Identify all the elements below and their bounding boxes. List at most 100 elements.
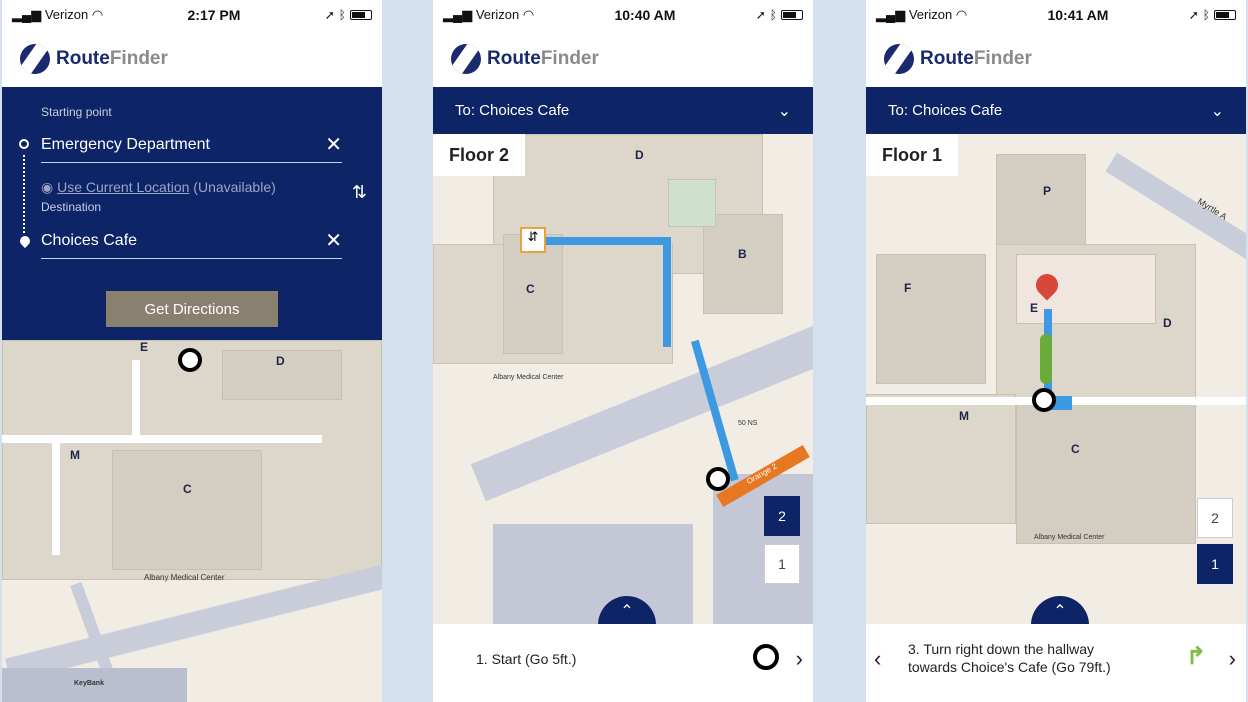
app-title: RouteFinder xyxy=(487,47,599,69)
next-step-icon[interactable]: › xyxy=(1229,646,1236,672)
route-segment xyxy=(663,237,671,347)
albany-medical-center-label: Albany Medical Center xyxy=(144,573,225,582)
current-position-marker xyxy=(178,348,202,372)
destination-bar[interactable]: To: Choices Cafe ⌄ xyxy=(866,87,1246,134)
carrier: Verizon xyxy=(475,7,520,22)
wifi-icon: ◠ xyxy=(955,7,968,22)
floor-map[interactable]: E D M C Albany Medical Center KeyBank xyxy=(2,340,382,702)
use-current-location-link[interactable]: Use Current Location xyxy=(57,179,189,195)
start-circle-icon xyxy=(19,139,29,149)
parking-lot xyxy=(493,524,693,624)
building-b xyxy=(703,214,783,314)
starting-point-label: Starting point xyxy=(41,105,112,119)
phone-screen-search: ▂▄▆ Verizon ◠ 2:17 PM ➚ ᛒ RouteFinder Sta… xyxy=(2,0,382,702)
step-bar: 1. Start (Go 5ft.) › xyxy=(433,624,813,694)
starting-point-input[interactable]: Emergency Department ✕ xyxy=(41,127,342,163)
building-label-b: B xyxy=(738,247,747,261)
location-arrow-icon: ➚ xyxy=(324,8,335,22)
use-current-location[interactable]: ◉ Use Current Location (Unavailable) xyxy=(41,179,276,196)
destination-text: To: Choices Cafe xyxy=(455,102,570,119)
previous-step-icon[interactable]: ‹ xyxy=(874,646,881,672)
albany-medical-center-label: Albany Medical Center xyxy=(1034,534,1105,541)
albany-medical-center-label: Albany Medical Center xyxy=(493,374,564,381)
building-label-e: E xyxy=(140,340,149,354)
floor-badge: Floor 1 xyxy=(866,134,958,176)
expand-steps-icon[interactable]: ⌃ xyxy=(1031,596,1089,624)
battery-icon xyxy=(350,10,372,20)
destination-label: Destination xyxy=(41,200,102,214)
floor-2-button[interactable]: 2 xyxy=(1197,498,1233,538)
hallway xyxy=(52,435,60,555)
signal-icon: ▂▄▆ xyxy=(12,7,42,22)
bluetooth-icon: ᛒ xyxy=(338,8,346,22)
signal-icon: ▂▄▆ xyxy=(443,7,473,22)
turn-right-arrow-icon: ↱ xyxy=(1186,643,1207,670)
floor-map[interactable]: P F E D M C Albany Medical Center Myrtle… xyxy=(866,134,1246,624)
status-bar: ▂▄▆ Verizon ◠ 10:40 AM ➚ ᛒ xyxy=(433,0,813,30)
building-label-f: F xyxy=(904,281,912,295)
next-step-icon[interactable]: › xyxy=(796,646,803,672)
courtyard xyxy=(668,179,716,227)
elevator-segment xyxy=(1040,334,1052,384)
location-arrow-icon: ➚ xyxy=(755,8,766,22)
chevron-down-icon[interactable]: ⌄ xyxy=(778,101,791,121)
garage-label: 50 NS xyxy=(738,420,758,427)
signal-icon: ▂▄▆ xyxy=(876,7,906,22)
routefinder-logo-icon xyxy=(20,43,50,74)
app-header: RouteFinder xyxy=(433,30,813,87)
step-instruction-line2: towards Choice's Cafe (Go 79ft.) xyxy=(908,659,1111,675)
phone-screen-floor2: ▂▄▆ Verizon ◠ 10:40 AM ➚ ᛒ RouteFinder To… xyxy=(433,0,813,702)
directions-form: Starting point Emergency Department ✕ ◉ … xyxy=(2,87,382,340)
current-position-marker xyxy=(1032,388,1056,412)
bluetooth-icon: ᛒ xyxy=(1202,8,1210,22)
step-instruction: 1. Start (Go 5ft.) xyxy=(476,651,577,667)
routefinder-logo-icon xyxy=(451,43,481,74)
carrier: Verizon xyxy=(908,7,953,22)
floor-1-button[interactable]: 1 xyxy=(1197,544,1233,584)
hallway xyxy=(132,360,140,440)
location-arrow-icon: ➚ xyxy=(1188,8,1199,22)
app-title: RouteFinder xyxy=(920,47,1032,69)
building-label-c: C xyxy=(1071,442,1080,456)
building-c xyxy=(1016,404,1196,544)
building-f xyxy=(876,254,986,384)
building-label-c: C xyxy=(183,482,192,496)
keybank-label: KeyBank xyxy=(74,680,104,687)
location-target-icon: ◉ xyxy=(41,179,54,195)
location-unavailable-note: (Unavailable) xyxy=(193,179,276,195)
destination-text: To: Choices Cafe xyxy=(888,102,1003,119)
route-dots xyxy=(23,155,25,233)
chevron-down-icon[interactable]: ⌄ xyxy=(1211,101,1224,121)
swap-icon[interactable]: ⇅ xyxy=(352,182,367,203)
destination-input[interactable]: Choices Cafe ✕ xyxy=(41,223,342,259)
clock: 2:17 PM xyxy=(187,7,241,23)
battery-icon xyxy=(1214,10,1236,20)
clock: 10:41 AM xyxy=(1047,7,1109,23)
status-bar: ▂▄▆ Verizon ◠ 2:17 PM ➚ ᛒ xyxy=(2,0,382,30)
destination-bar[interactable]: To: Choices Cafe ⌄ xyxy=(433,87,813,134)
building-label-e: E xyxy=(1030,301,1039,315)
floor-badge: Floor 2 xyxy=(433,134,525,176)
wifi-icon: ◠ xyxy=(522,7,535,22)
current-position-marker xyxy=(706,467,730,491)
clear-start-icon[interactable]: ✕ xyxy=(325,132,342,157)
phone-screen-floor1: ▂▄▆ Verizon ◠ 10:41 AM ➚ ᛒ RouteFinder To… xyxy=(866,0,1246,702)
building-c xyxy=(112,450,262,570)
carrier: Verizon xyxy=(44,7,89,22)
floor-map[interactable]: Orange 2 50 NS ⇵ D B C Albany Medical Ce… xyxy=(433,134,813,624)
building-label-d: D xyxy=(276,354,285,368)
building-label-c: C xyxy=(526,282,535,296)
floor-2-button[interactable]: 2 xyxy=(764,496,800,536)
app-header: RouteFinder xyxy=(866,30,1246,87)
clock: 10:40 AM xyxy=(614,7,676,23)
building-m xyxy=(866,394,1016,524)
bluetooth-icon: ᛒ xyxy=(769,8,777,22)
get-directions-button[interactable]: Get Directions xyxy=(106,291,278,327)
clear-destination-icon[interactable]: ✕ xyxy=(325,228,342,253)
start-marker-icon xyxy=(753,644,779,670)
building-label-p: P xyxy=(1043,184,1052,198)
floor-1-button[interactable]: 1 xyxy=(764,544,800,584)
routefinder-logo-icon xyxy=(884,43,914,74)
building-label-d: D xyxy=(1163,316,1172,330)
elevator-icon: ⇵ xyxy=(520,227,546,253)
